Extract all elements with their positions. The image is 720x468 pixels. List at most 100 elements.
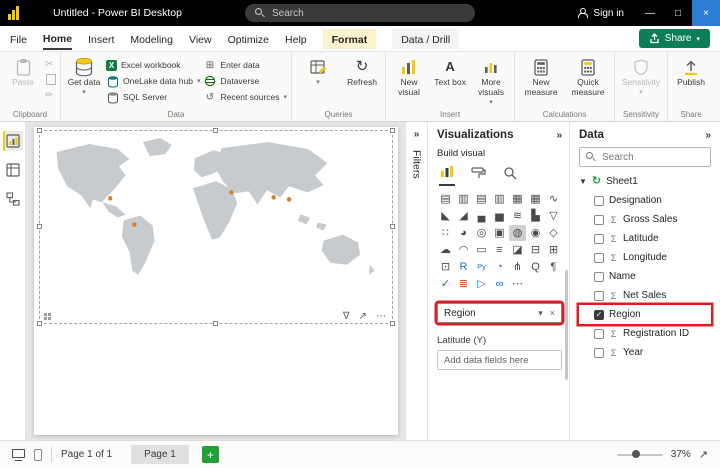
format-visual-tab[interactable] (470, 165, 487, 186)
field-checkbox[interactable] (594, 309, 604, 320)
funnel-chart-icon[interactable]: ▽ (545, 208, 562, 224)
gauge-icon[interactable]: ◠ (455, 242, 472, 258)
new-page-button[interactable]: + (201, 446, 219, 463)
field-row-longitude[interactable]: Σ Longitude (579, 248, 711, 267)
key-influencers-icon[interactable]: ◔ (491, 259, 508, 275)
field-row-year[interactable]: Σ Year (579, 343, 711, 362)
scrollbar[interactable] (565, 270, 568, 380)
sensitivity-button[interactable]: Sensitivity ▾ (619, 55, 663, 97)
new-visual-button[interactable]: New visual (390, 55, 428, 98)
close-button[interactable]: × (692, 0, 720, 26)
excel-workbook-button[interactable]: X Excel workbook (106, 59, 200, 71)
desktop-layout-icon[interactable] (12, 448, 25, 461)
field-row-name[interactable]: Name (579, 267, 711, 286)
line-chart-icon[interactable]: ∿ (545, 191, 562, 207)
100-stacked-column-chart-icon[interactable]: ▦ (527, 191, 544, 207)
field-row-latitude[interactable]: Σ Latitude (579, 229, 711, 248)
minimize-button[interactable]: — (636, 0, 664, 26)
tab-view[interactable]: View (189, 29, 212, 49)
field-checkbox[interactable] (594, 252, 604, 263)
tab-help[interactable]: Help (285, 29, 307, 49)
map-visual[interactable]: ∇ ↗ ⋯ (37, 128, 395, 326)
metrics-icon[interactable]: ✓ (437, 276, 454, 292)
field-checkbox[interactable] (594, 328, 604, 339)
stacked-area-chart-icon[interactable]: ◢ (455, 208, 472, 224)
collapse-visualizations-icon[interactable]: » (556, 130, 562, 141)
report-view-button[interactable] (2, 131, 23, 151)
filters-pane-collapsed[interactable]: » Filters (406, 122, 428, 440)
publish-button[interactable]: Publish (672, 55, 710, 88)
treemap-icon[interactable]: ▣ (491, 225, 508, 241)
slicer-icon[interactable]: ⊟ (527, 242, 544, 258)
field-well-region[interactable]: Region ▾ × (437, 303, 562, 323)
data-search-input[interactable] (602, 151, 704, 163)
tab-modeling[interactable]: Modeling (130, 29, 173, 49)
text-box-button[interactable]: A Text box (431, 55, 469, 88)
shape-map-icon[interactable]: ◇ (545, 225, 562, 241)
quick-measure-button[interactable]: Quick measure (566, 55, 610, 98)
resize-handle[interactable] (390, 224, 395, 229)
donut-chart-icon[interactable]: ◎ (473, 225, 490, 241)
field-checkbox[interactable] (594, 233, 604, 244)
tab-file[interactable]: File (10, 29, 27, 49)
remove-field-icon[interactable]: × (550, 308, 555, 318)
stacked-bar-chart-icon[interactable]: ▤ (437, 191, 454, 207)
expand-filters-icon[interactable]: » (414, 129, 420, 140)
visual-filter-icon[interactable]: ∇ (343, 311, 350, 322)
line-and-clustered-column-chart-icon[interactable]: ▅ (491, 208, 508, 224)
sql-server-button[interactable]: SQL Server (106, 91, 200, 104)
cut-icon[interactable]: ✂ (45, 59, 56, 70)
more-visuals-ellipsis-icon[interactable]: ⋯ (509, 276, 526, 292)
multi-row-card-icon[interactable]: ≡ (491, 242, 508, 258)
stacked-column-chart-icon[interactable]: ▥ (455, 191, 472, 207)
focus-mode-icon[interactable]: ↗ (359, 311, 367, 322)
python-visual-icon[interactable]: Py (473, 259, 490, 275)
r-script-visual-icon[interactable]: R (455, 259, 472, 275)
global-search[interactable] (245, 4, 475, 22)
100-stacked-bar-chart-icon[interactable]: ▦ (509, 191, 526, 207)
tab-format[interactable]: Format (322, 28, 377, 49)
qa-icon[interactable]: Q (527, 259, 544, 275)
field-row-region[interactable]: Region (579, 305, 711, 324)
smart-narrative-icon[interactable]: ¶ (545, 259, 562, 275)
field-row-designation[interactable]: Designation (579, 191, 711, 210)
resize-handle[interactable] (37, 321, 42, 326)
recent-sources-button[interactable]: ↺ Recent sources ▾ (203, 91, 287, 103)
new-measure-button[interactable]: New measure (519, 55, 563, 98)
scatter-chart-icon[interactable]: ∷ (437, 225, 454, 241)
visual-more-options-icon[interactable]: ⋯ (376, 311, 386, 322)
refresh-button[interactable]: ↻ Refresh (343, 55, 381, 88)
report-page[interactable]: ∇ ↗ ⋯ (34, 127, 398, 435)
report-canvas[interactable]: ∇ ↗ ⋯ (26, 122, 406, 440)
area-chart-icon[interactable]: ◣ (437, 208, 454, 224)
dataverse-button[interactable]: Dataverse (203, 75, 287, 87)
more-visuals-button[interactable]: More visuals ▾ (472, 55, 510, 107)
table-node-sheet1[interactable]: ▼ ↻ Sheet1 (579, 176, 711, 188)
resize-handle[interactable] (390, 321, 395, 326)
table-icon[interactable]: ⊞ (545, 242, 562, 258)
matrix-icon[interactable]: ⊡ (437, 259, 454, 275)
tab-optimize[interactable]: Optimize (228, 29, 269, 49)
get-data-button[interactable]: Get data ▾ (65, 55, 103, 97)
filled-map-icon[interactable]: ◉ (527, 225, 544, 241)
model-view-button[interactable] (3, 189, 23, 209)
onelake-data-hub-button[interactable]: OneLake data hub ▾ (106, 75, 200, 88)
zoom-slider[interactable] (616, 450, 663, 458)
page-tab[interactable]: Page 1 (131, 445, 189, 464)
field-checkbox[interactable] (594, 214, 604, 225)
resize-handle[interactable] (37, 224, 42, 229)
collapse-data-pane-icon[interactable]: » (705, 130, 711, 141)
sign-in-button[interactable]: Sign in (566, 8, 636, 19)
table-view-button[interactable] (3, 160, 23, 180)
resize-handle[interactable] (390, 128, 395, 133)
field-checkbox[interactable] (594, 271, 604, 282)
map-icon[interactable]: ◍ (509, 225, 526, 241)
tab-home[interactable]: Home (42, 28, 73, 50)
power-automate-icon[interactable]: ∞ (491, 276, 508, 292)
kpi-icon[interactable]: ◪ (509, 242, 526, 258)
field-checkbox[interactable] (594, 195, 604, 206)
field-checkbox[interactable] (594, 290, 604, 301)
enter-data-button[interactable]: ⊞ Enter data (203, 59, 287, 71)
analytics-tab[interactable] (502, 165, 518, 186)
power-apps-icon[interactable]: ▷ (473, 276, 490, 292)
